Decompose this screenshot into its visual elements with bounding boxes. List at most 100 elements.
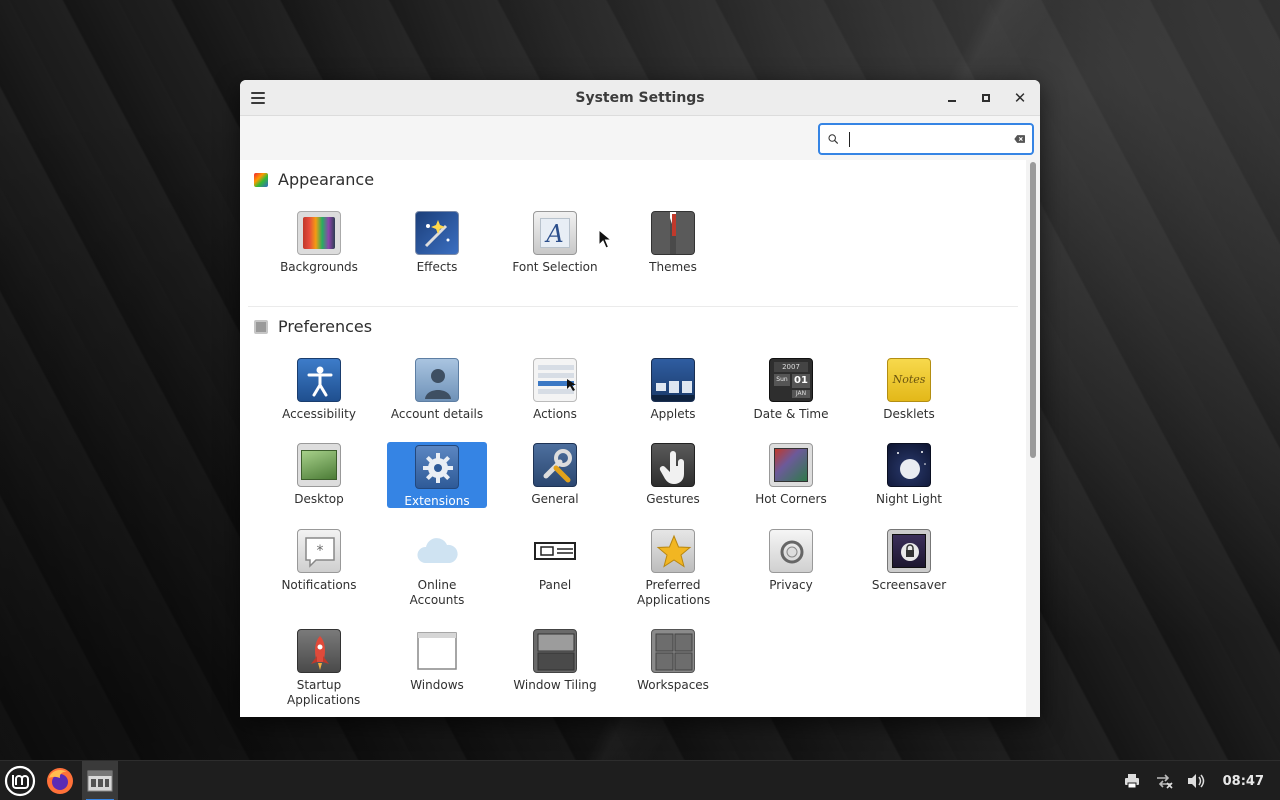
firefox-launcher[interactable]	[40, 761, 80, 800]
tile-label: Themes	[649, 260, 697, 274]
tile-privacy[interactable]: Privacy	[741, 526, 841, 592]
font-selection-icon: A	[533, 211, 577, 255]
tile-windows[interactable]: Windows	[387, 626, 487, 692]
tile-preferred-applications[interactable]: Preferred Applications	[623, 526, 723, 608]
tile-label: Privacy	[769, 578, 813, 592]
star-icon	[651, 529, 695, 573]
tile-workspaces[interactable]: Workspaces	[623, 626, 723, 692]
tile-date-time[interactable]: 2007 Sun 01 JAN Date & Time	[741, 355, 841, 421]
date-time-icon: 2007 Sun 01 JAN	[769, 358, 813, 402]
network-disconnected-icon[interactable]	[1155, 772, 1173, 790]
tile-label: Effects	[416, 260, 458, 274]
backgrounds-icon	[297, 211, 341, 255]
window-icon	[415, 629, 459, 673]
volume-icon[interactable]	[1187, 772, 1205, 790]
tile-label: Workspaces	[637, 678, 709, 692]
tile-notifications[interactable]: * Notifications	[269, 526, 369, 592]
tile-screensaver[interactable]: Screensaver	[859, 526, 959, 592]
tile-label: Startup Applications	[287, 678, 361, 707]
settings-window: System Settings ✕ Appearance Backgrounds…	[240, 80, 1040, 717]
search-bar-area	[240, 116, 1040, 160]
tile-label: Font Selection	[512, 260, 598, 274]
tile-label: Desklets	[883, 407, 935, 421]
tile-desklets[interactable]: Notes Desklets	[859, 355, 959, 421]
settings-window-icon	[87, 770, 113, 791]
tile-night-light[interactable]: Night Light	[859, 440, 959, 506]
accessibility-icon	[297, 358, 341, 402]
tile-account-details[interactable]: Account details	[387, 355, 487, 421]
system-settings-taskbar-button[interactable]	[82, 760, 118, 800]
cloud-icon	[415, 529, 459, 573]
preferences-section-header: Preferences	[254, 317, 372, 336]
tile-startup-applications[interactable]: Startup Applications	[269, 626, 369, 708]
tile-label: Windows	[410, 678, 464, 692]
clock[interactable]: 08:47	[1223, 774, 1264, 789]
privacy-icon	[769, 529, 813, 573]
panel-icon	[533, 529, 577, 573]
tile-hot-corners[interactable]: Hot Corners	[741, 440, 841, 506]
tile-backgrounds[interactable]: Backgrounds	[269, 208, 369, 274]
tile-online-accounts[interactable]: Online Accounts	[387, 526, 487, 608]
mint-menu-button[interactable]	[0, 761, 40, 800]
tile-label: Desktop	[294, 492, 344, 506]
printer-icon[interactable]	[1123, 772, 1141, 790]
tile-font-selection[interactable]: A Font Selection	[505, 208, 605, 274]
desklets-note-text: Notes	[892, 373, 926, 386]
tile-panel[interactable]: Panel	[505, 526, 605, 592]
calendar-year: 2007	[774, 362, 808, 372]
tile-label: Window Tiling	[513, 678, 597, 692]
applets-icon	[651, 358, 695, 402]
themes-icon	[651, 211, 695, 255]
appearance-section-header: Appearance	[254, 170, 374, 189]
workspaces-icon	[651, 629, 695, 673]
tile-label: Extensions	[404, 494, 470, 508]
tile-accessibility[interactable]: Accessibility	[269, 355, 369, 421]
tile-label: Gestures	[646, 492, 700, 506]
scrollbar-thumb[interactable]	[1030, 162, 1036, 458]
system-tray: 08:47	[1123, 761, 1280, 800]
maximize-button[interactable]	[974, 88, 998, 108]
tile-gestures[interactable]: Gestures	[623, 440, 723, 506]
tile-label: Panel	[538, 578, 572, 592]
text-caret	[849, 132, 850, 147]
tile-label: Actions	[533, 407, 577, 421]
desktop-icon	[297, 443, 341, 487]
tile-actions[interactable]: Actions	[505, 355, 605, 421]
mouse-cursor-icon	[598, 229, 612, 249]
tile-label: Notifications	[281, 578, 357, 592]
linux-mint-logo-icon	[4, 765, 36, 796]
search-box[interactable]	[818, 123, 1034, 155]
desklets-icon: Notes	[887, 358, 931, 402]
tile-label: General	[531, 492, 579, 506]
title-bar[interactable]: System Settings ✕	[240, 80, 1040, 116]
close-button[interactable]: ✕	[1008, 88, 1032, 108]
notifications-icon: *	[297, 529, 341, 573]
settings-content: Appearance Backgrounds Effects A Font Se…	[240, 160, 1026, 717]
tile-label: Hot Corners	[755, 492, 827, 506]
tile-general[interactable]: General	[505, 440, 605, 506]
hot-corners-icon	[769, 443, 813, 487]
lock-screen-icon	[887, 529, 931, 573]
gear-icon	[415, 445, 459, 489]
tile-desktop[interactable]: Desktop	[269, 440, 369, 506]
tile-label: Screensaver	[871, 578, 947, 592]
tile-themes[interactable]: Themes	[623, 208, 723, 274]
calendar-month: JAN	[792, 390, 810, 398]
hand-pointer-icon	[651, 443, 695, 487]
tile-applets[interactable]: Applets	[623, 355, 723, 421]
tile-label: Preferred Applications	[637, 578, 711, 607]
search-input[interactable]	[838, 131, 1015, 147]
minimize-button[interactable]	[940, 88, 964, 108]
tile-effects[interactable]: Effects	[387, 208, 487, 274]
calendar-weekday: Sun	[774, 374, 790, 386]
taskbar: 08:47	[0, 760, 1280, 800]
section-divider	[248, 306, 1018, 307]
tile-extensions[interactable]: Extensions	[387, 442, 487, 508]
tile-window-tiling[interactable]: Window Tiling	[505, 626, 605, 692]
window-title: System Settings	[575, 90, 705, 106]
tile-label: Night Light	[876, 492, 942, 506]
vertical-scrollbar[interactable]	[1026, 160, 1040, 717]
calendar-day: 01	[792, 374, 810, 388]
preferences-section-icon	[254, 319, 268, 334]
clear-search-icon[interactable]	[1014, 132, 1026, 146]
